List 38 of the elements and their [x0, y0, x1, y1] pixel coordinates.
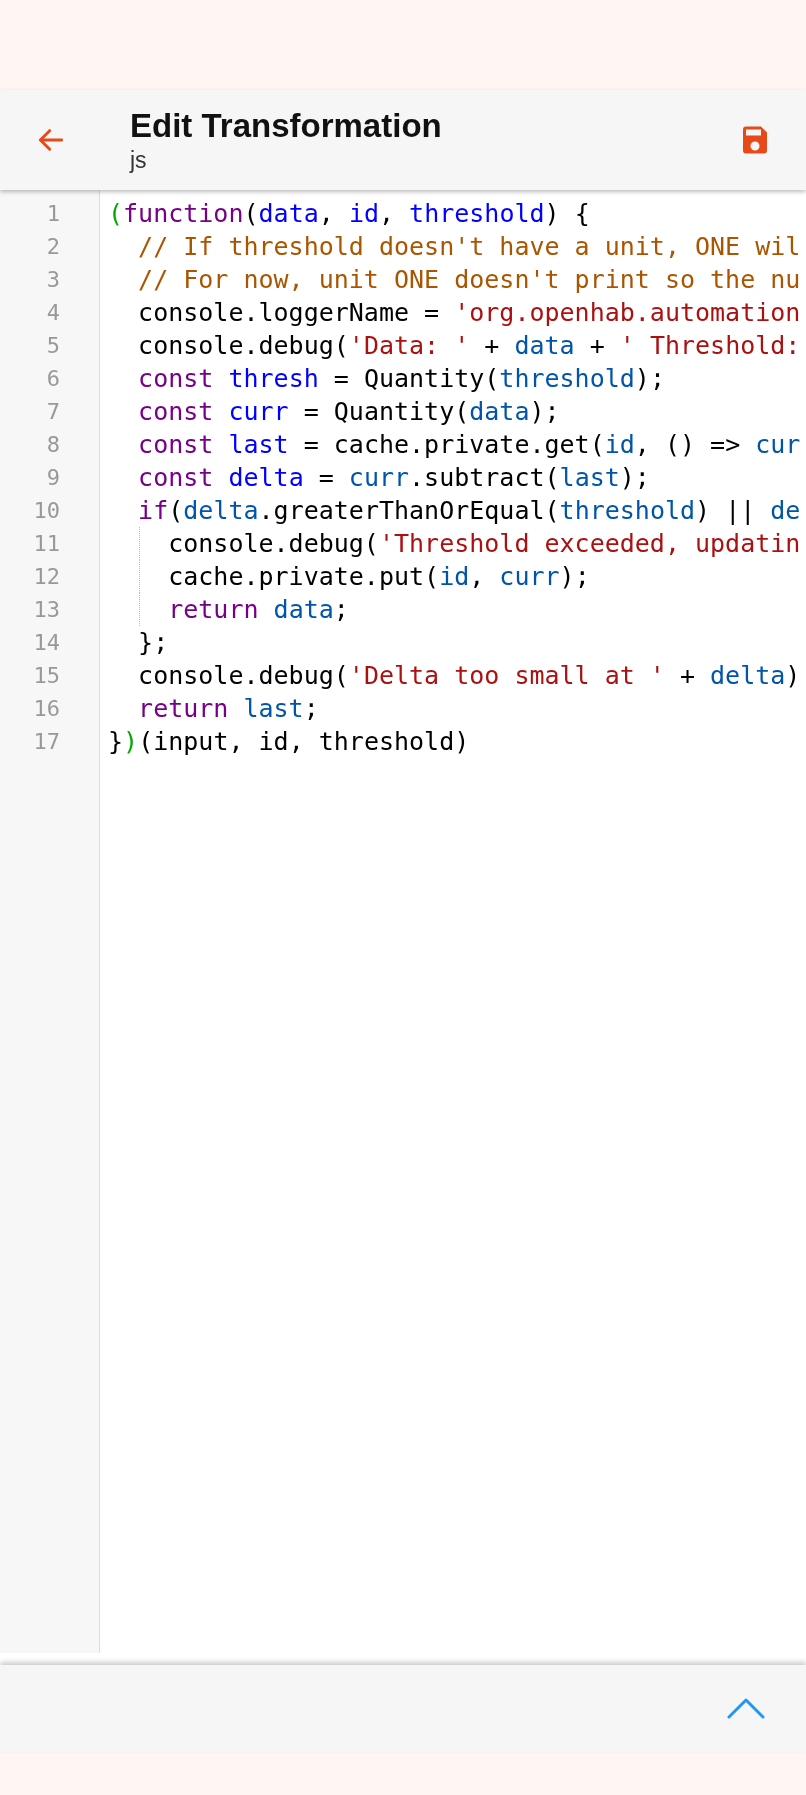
code-line: // If threshold doesn't have a unit, ONE wil [137, 231, 801, 263]
code-line: return last; [137, 693, 319, 725]
code-line: if(delta.greaterThanOrEqual(threshold) || de [137, 495, 801, 527]
line-number: 8 [45, 431, 60, 459]
line-number: 12 [32, 563, 60, 591]
line-number: 3 [45, 266, 60, 294]
code-line: })(input, id, threshold) [108, 726, 470, 758]
line-number: 14 [32, 629, 60, 657]
code-line: return data; [167, 594, 349, 626]
code-line: console.debug('Threshold exceeded, updatin [167, 528, 801, 560]
line-number: 11 [32, 530, 60, 558]
line-number: 15 [32, 662, 60, 690]
chevron-up-icon [727, 1697, 765, 1720]
line-number: 4 [45, 299, 60, 327]
page-title: Edit Transformation [130, 106, 442, 146]
code-line: const delta = curr.subtract(last); [137, 462, 650, 494]
code-line: console.debug('Data: ' + data + ' Threshold: [137, 330, 801, 362]
line-number: 13 [32, 596, 60, 624]
code-line: console.debug('Delta too small at ' + delta) [137, 660, 801, 692]
line-number: 10 [32, 497, 60, 525]
code-line: }; [137, 627, 169, 659]
line-number: 1 [45, 200, 60, 228]
line-number: 7 [45, 398, 60, 426]
line-number: 5 [45, 332, 60, 360]
code-line: const curr = Quantity(data); [137, 396, 560, 428]
code-line: const last = cache.private.get(id, () => cur [137, 429, 801, 461]
code-line: // For now, unit ONE doesn't print so the nu [137, 264, 801, 296]
code-editor[interactable] [0, 190, 806, 1665]
line-number: 9 [45, 464, 60, 492]
line-number: 17 [32, 728, 60, 756]
line-number: 6 [45, 365, 60, 393]
code-line: cache.private.put(id, curr); [167, 561, 590, 593]
code-line: const thresh = Quantity(threshold); [137, 363, 665, 395]
code-line: console.loggerName = 'org.openhab.automation [137, 297, 801, 329]
code-line: (function(data, id, threshold) { [108, 198, 590, 230]
page-subtitle: js [130, 146, 148, 174]
line-number: 16 [32, 695, 60, 723]
line-number: 2 [45, 233, 60, 261]
